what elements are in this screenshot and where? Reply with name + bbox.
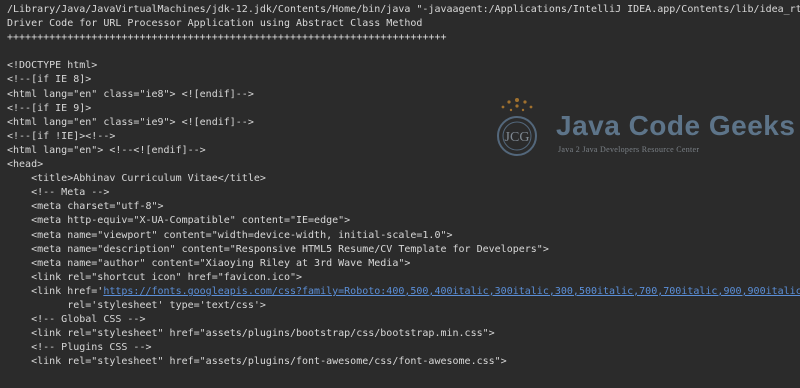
console-line: <link rel="stylesheet" href="assets/plug… xyxy=(7,356,507,368)
console-line: <title>Abhinav Curriculum Vitae</title> xyxy=(7,173,266,185)
console-line: <meta name="description" content="Respon… xyxy=(7,243,549,255)
console-line: <meta http-equiv="X-UA-Compatible" conte… xyxy=(7,215,351,227)
jcg-logo-icon: JCG xyxy=(497,98,537,156)
console-line: <link rel="stylesheet" href="assets/plug… xyxy=(7,328,495,340)
console-line: <!-- Plugins CSS --> xyxy=(7,342,152,354)
watermark-title: Java Code Geeks xyxy=(556,110,796,141)
console-line: <meta name="author" content="Xiaoying Ri… xyxy=(7,257,411,269)
console-output: /Library/Java/JavaVirtualMachines/jdk-12… xyxy=(0,0,800,388)
console-line: <!DOCTYPE html> xyxy=(7,60,98,72)
console-line-link: <link href='https://fonts.googleapis.com… xyxy=(7,285,800,299)
console-line: ++++++++++++++++++++++++++++++++++++++++… xyxy=(7,32,447,44)
console-line: <!--[if IE 8]> xyxy=(7,74,92,86)
console-lines-after: rel='stylesheet' type='text/css'> <!-- G… xyxy=(7,299,800,369)
console-line: <link rel="shortcut icon" href="favicon.… xyxy=(7,271,303,283)
watermark-tagline: Java 2 Java Developers Resource Center xyxy=(558,145,700,154)
link-prefix: <link href=' xyxy=(7,285,104,297)
console-line: rel='stylesheet' type='text/css'> xyxy=(7,299,266,311)
console-line: <meta charset="utf-8"> xyxy=(7,201,164,213)
console-hyperlink[interactable]: https://fonts.googleapis.com/css?family=… xyxy=(103,286,800,297)
console-line: <!-- Global CSS --> xyxy=(7,314,146,326)
java-code-geeks-watermark: JCG Java Code Geeks Java 2 Java Develope… xyxy=(484,96,795,166)
console-line: Driver Code for URL Processor Applicatio… xyxy=(7,18,423,30)
emblem-text: JCG xyxy=(505,130,530,145)
console-line: <!-- Meta --> xyxy=(7,187,110,199)
console-line: <meta name="viewport" content="width=dev… xyxy=(7,229,453,241)
console-line: /Library/Java/JavaVirtualMachines/jdk-12… xyxy=(7,4,800,15)
